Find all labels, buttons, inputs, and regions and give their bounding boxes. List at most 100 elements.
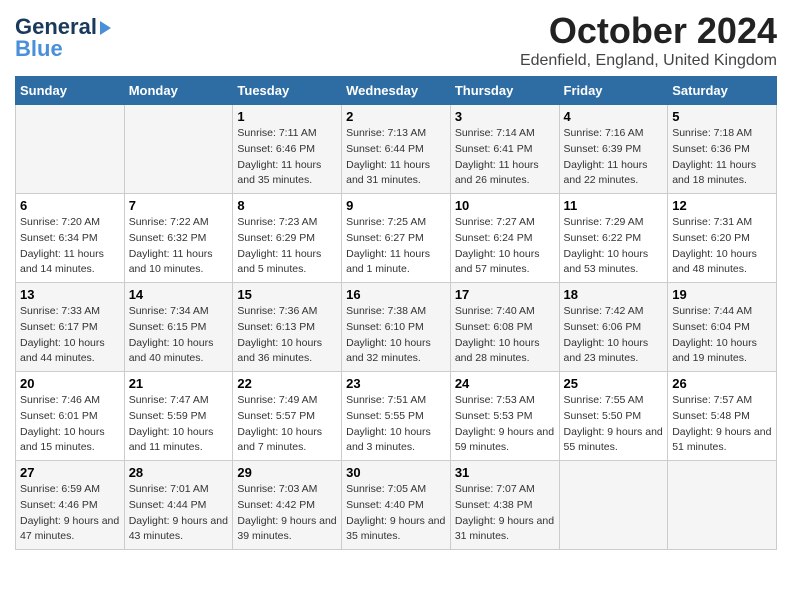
day-info: Sunrise: 7:47 AMSunset: 5:59 PMDaylight:… — [129, 393, 229, 456]
day-number: 22 — [237, 376, 337, 391]
calendar-cell: 23Sunrise: 7:51 AMSunset: 5:55 PMDayligh… — [342, 372, 451, 461]
day-info: Sunrise: 7:07 AMSunset: 4:38 PMDaylight:… — [455, 482, 555, 545]
day-number: 19 — [672, 287, 772, 302]
day-info: Sunrise: 7:23 AMSunset: 6:29 PMDaylight:… — [237, 215, 337, 278]
day-info: Sunrise: 7:14 AMSunset: 6:41 PMDaylight:… — [455, 126, 555, 189]
day-info: Sunrise: 7:51 AMSunset: 5:55 PMDaylight:… — [346, 393, 446, 456]
day-number: 17 — [455, 287, 555, 302]
weekday-header-row: SundayMondayTuesdayWednesdayThursdayFrid… — [16, 77, 777, 105]
day-info: Sunrise: 7:18 AMSunset: 6:36 PMDaylight:… — [672, 126, 772, 189]
calendar-cell: 1 Sunrise: 7:11 AMSunset: 6:46 PMDaylight… — [233, 105, 342, 194]
day-number: 18 — [564, 287, 664, 302]
day-info: Sunrise: 7:49 AMSunset: 5:57 PMDaylight:… — [237, 393, 337, 456]
day-info: Sunrise: 7:42 AMSunset: 6:06 PMDaylight:… — [564, 304, 664, 367]
calendar-cell: 8 Sunrise: 7:23 AMSunset: 6:29 PMDaylight… — [233, 194, 342, 283]
calendar-cell — [559, 461, 668, 550]
calendar-cell — [16, 105, 125, 194]
day-number: 4 — [564, 109, 664, 124]
day-info: Sunrise: 7:46 AMSunset: 6:01 PMDaylight:… — [20, 393, 120, 456]
calendar-cell: 9 Sunrise: 7:25 AMSunset: 6:27 PMDaylight… — [342, 194, 451, 283]
day-number: 27 — [20, 465, 120, 480]
weekday-header-wednesday: Wednesday — [342, 77, 451, 105]
day-number: 3 — [455, 109, 555, 124]
day-info: Sunrise: 7:03 AMSunset: 4:42 PMDaylight:… — [237, 482, 337, 545]
day-info: Sunrise: 7:34 AMSunset: 6:15 PMDaylight:… — [129, 304, 229, 367]
calendar-cell: 31 Sunrise: 7:07 AMSunset: 4:38 PMDayligh… — [450, 461, 559, 550]
day-number: 28 — [129, 465, 229, 480]
calendar-cell: 12 Sunrise: 7:31 AMSunset: 6:20 PMDayligh… — [668, 194, 777, 283]
day-number: 7 — [129, 198, 229, 213]
weekday-header-friday: Friday — [559, 77, 668, 105]
title-section: October 2024 Edenfield, England, United … — [520, 10, 777, 70]
logo-arrow-icon — [100, 21, 111, 35]
day-number: 31 — [455, 465, 555, 480]
day-number: 1 — [237, 109, 337, 124]
calendar-cell: 18 Sunrise: 7:42 AMSunset: 6:06 PMDayligh… — [559, 283, 668, 372]
calendar-week-3: 13Sunrise: 7:33 AMSunset: 6:17 PMDayligh… — [16, 283, 777, 372]
calendar-cell: 16 Sunrise: 7:38 AMSunset: 6:10 PMDayligh… — [342, 283, 451, 372]
day-info: Sunrise: 7:44 AMSunset: 6:04 PMDaylight:… — [672, 304, 772, 367]
day-info: Sunrise: 7:25 AMSunset: 6:27 PMDaylight:… — [346, 215, 446, 278]
day-info: Sunrise: 7:29 AMSunset: 6:22 PMDaylight:… — [564, 215, 664, 278]
calendar-cell: 28 Sunrise: 7:01 AMSunset: 4:44 PMDayligh… — [124, 461, 233, 550]
calendar-cell: 11 Sunrise: 7:29 AMSunset: 6:22 PMDayligh… — [559, 194, 668, 283]
day-info: Sunrise: 7:01 AMSunset: 4:44 PMDaylight:… — [129, 482, 229, 545]
calendar-cell: 13Sunrise: 7:33 AMSunset: 6:17 PMDayligh… — [16, 283, 125, 372]
day-info: Sunrise: 7:36 AMSunset: 6:13 PMDaylight:… — [237, 304, 337, 367]
day-info: Sunrise: 7:13 AMSunset: 6:44 PMDaylight:… — [346, 126, 446, 189]
day-number: 24 — [455, 376, 555, 391]
day-number: 20 — [20, 376, 120, 391]
weekday-header-sunday: Sunday — [16, 77, 125, 105]
calendar-cell: 19 Sunrise: 7:44 AMSunset: 6:04 PMDayligh… — [668, 283, 777, 372]
calendar-cell: 5Sunrise: 7:18 AMSunset: 6:36 PMDaylight… — [668, 105, 777, 194]
weekday-header-tuesday: Tuesday — [233, 77, 342, 105]
month-title: October 2024 — [520, 10, 777, 52]
calendar-cell: 15 Sunrise: 7:36 AMSunset: 6:13 PMDayligh… — [233, 283, 342, 372]
day-info: Sunrise: 7:33 AMSunset: 6:17 PMDaylight:… — [20, 304, 120, 367]
day-number: 14 — [129, 287, 229, 302]
calendar-cell: 27Sunrise: 6:59 AMSunset: 4:46 PMDayligh… — [16, 461, 125, 550]
calendar-cell: 22 Sunrise: 7:49 AMSunset: 5:57 PMDayligh… — [233, 372, 342, 461]
calendar-week-2: 6Sunrise: 7:20 AMSunset: 6:34 PMDaylight… — [16, 194, 777, 283]
day-number: 26 — [672, 376, 772, 391]
calendar-cell: 20 Sunrise: 7:46 AMSunset: 6:01 PMDayligh… — [16, 372, 125, 461]
calendar-cell: 3 Sunrise: 7:14 AMSunset: 6:41 PMDaylight… — [450, 105, 559, 194]
calendar-cell: 26 Sunrise: 7:57 AMSunset: 5:48 PMDayligh… — [668, 372, 777, 461]
calendar-cell: 21 Sunrise: 7:47 AMSunset: 5:59 PMDayligh… — [124, 372, 233, 461]
calendar-cell — [668, 461, 777, 550]
weekday-header-thursday: Thursday — [450, 77, 559, 105]
day-number: 9 — [346, 198, 446, 213]
page-header: General Blue October 2024 Edenfield, Eng… — [15, 10, 777, 70]
location: Edenfield, England, United Kingdom — [520, 52, 777, 70]
calendar-cell: 7Sunrise: 7:22 AMSunset: 6:32 PMDaylight… — [124, 194, 233, 283]
day-info: Sunrise: 7:31 AMSunset: 6:20 PMDaylight:… — [672, 215, 772, 278]
calendar-cell: 14 Sunrise: 7:34 AMSunset: 6:15 PMDayligh… — [124, 283, 233, 372]
logo: General Blue — [15, 10, 111, 62]
day-info: Sunrise: 7:40 AMSunset: 6:08 PMDaylight:… — [455, 304, 555, 367]
calendar-cell: 10Sunrise: 7:27 AMSunset: 6:24 PMDayligh… — [450, 194, 559, 283]
day-info: Sunrise: 7:38 AMSunset: 6:10 PMDaylight:… — [346, 304, 446, 367]
day-number: 8 — [237, 198, 337, 213]
day-number: 12 — [672, 198, 772, 213]
calendar-week-4: 20 Sunrise: 7:46 AMSunset: 6:01 PMDayligh… — [16, 372, 777, 461]
calendar-body: 1 Sunrise: 7:11 AMSunset: 6:46 PMDaylight… — [16, 105, 777, 550]
day-info: Sunrise: 7:16 AMSunset: 6:39 PMDaylight:… — [564, 126, 664, 189]
day-number: 25 — [564, 376, 664, 391]
day-info: Sunrise: 7:05 AMSunset: 4:40 PMDaylight:… — [346, 482, 446, 545]
calendar-cell: 6Sunrise: 7:20 AMSunset: 6:34 PMDaylight… — [16, 194, 125, 283]
day-number: 15 — [237, 287, 337, 302]
day-number: 21 — [129, 376, 229, 391]
weekday-header-monday: Monday — [124, 77, 233, 105]
day-info: Sunrise: 7:11 AMSunset: 6:46 PMDaylight:… — [237, 126, 337, 189]
calendar-cell: 17 Sunrise: 7:40 AMSunset: 6:08 PMDayligh… — [450, 283, 559, 372]
day-info: Sunrise: 7:55 AMSunset: 5:50 PMDaylight:… — [564, 393, 664, 456]
calendar-cell: 30Sunrise: 7:05 AMSunset: 4:40 PMDayligh… — [342, 461, 451, 550]
day-info: Sunrise: 7:27 AMSunset: 6:24 PMDaylight:… — [455, 215, 555, 278]
day-number: 11 — [564, 198, 664, 213]
day-info: Sunrise: 7:57 AMSunset: 5:48 PMDaylight:… — [672, 393, 772, 456]
calendar-cell: 24Sunrise: 7:53 AMSunset: 5:53 PMDayligh… — [450, 372, 559, 461]
day-info: Sunrise: 7:20 AMSunset: 6:34 PMDaylight:… — [20, 215, 120, 278]
calendar-cell: 29Sunrise: 7:03 AMSunset: 4:42 PMDayligh… — [233, 461, 342, 550]
day-number: 16 — [346, 287, 446, 302]
day-number: 2 — [346, 109, 446, 124]
